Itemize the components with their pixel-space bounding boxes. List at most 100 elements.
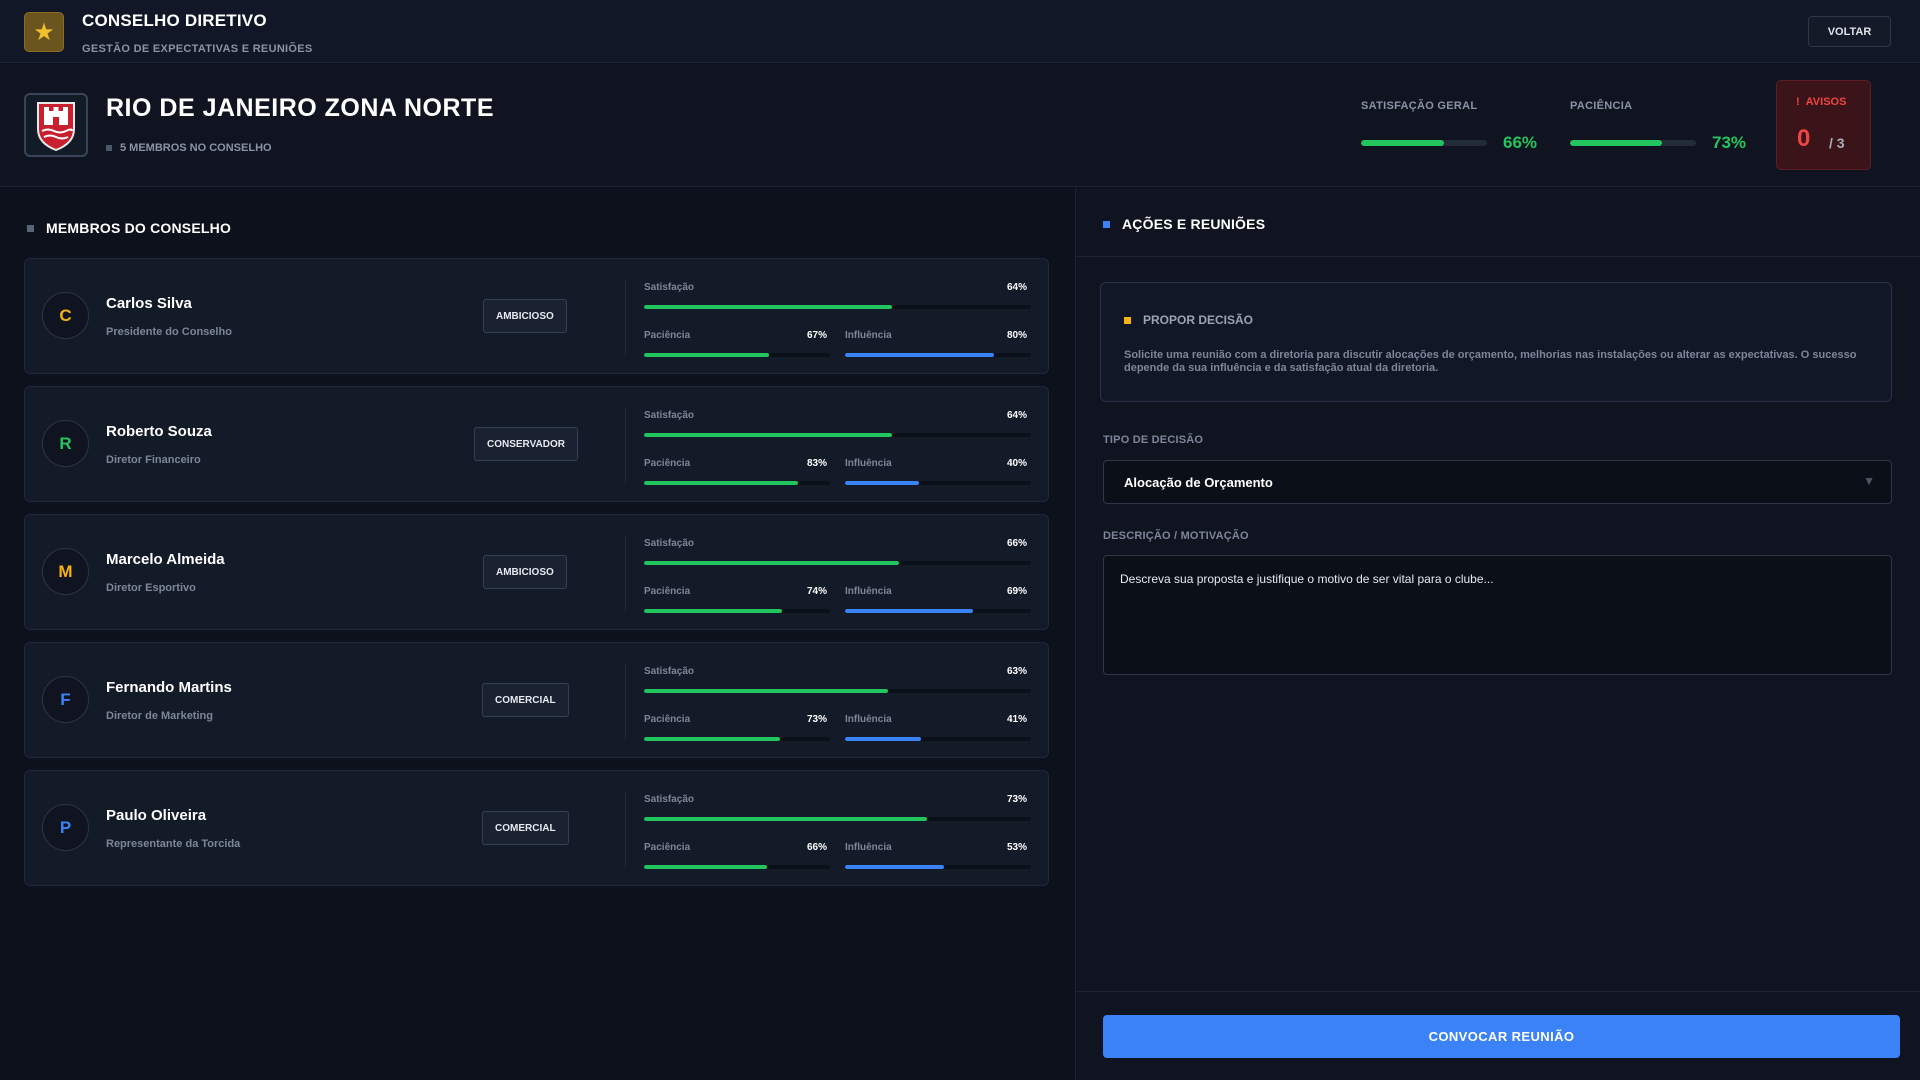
back-button[interactable]: VOLTAR xyxy=(1808,16,1891,47)
actions-section-title: AÇÕES E REUNIÕES xyxy=(1103,216,1265,232)
influence-fill xyxy=(845,353,994,357)
actions-header: AÇÕES E REUNIÕES xyxy=(1076,188,1920,257)
member-card[interactable]: C Carlos Silva Presidente do Conselho AMBIC… xyxy=(24,258,1049,374)
decision-type-select[interactable]: Alocação de Orçamento ▼ xyxy=(1103,460,1892,504)
alert-icon: ! xyxy=(1796,96,1800,108)
decision-type-value: Alocação de Orçamento xyxy=(1124,475,1273,490)
satisfaction-fill xyxy=(644,433,892,437)
star-icon: ★ xyxy=(24,12,64,52)
bullet-square-icon xyxy=(1103,220,1110,228)
member-name: Marcelo Almeida xyxy=(106,551,225,568)
app-title: CONSELHO DIRETIVO xyxy=(82,11,267,30)
trait-badge[interactable]: COMERCIAL xyxy=(482,683,569,717)
propose-decision-card: PROPOR DECISÃO Solicite uma reunião com … xyxy=(1100,282,1892,402)
patience-fill xyxy=(1570,140,1662,146)
influence-value: 69% xyxy=(1006,586,1027,597)
patience-label: Paciência xyxy=(644,586,691,597)
members-section-label: MEMBROS DO CONSELHO xyxy=(46,220,232,236)
patience-value: 73% xyxy=(1712,133,1747,152)
member-name: Roberto Souza xyxy=(106,423,212,440)
trait-badge[interactable]: COMERCIAL xyxy=(482,811,569,845)
patience-value: 73% xyxy=(806,714,827,725)
patience-value: 67% xyxy=(806,330,827,341)
bullet-square-icon xyxy=(1124,316,1131,324)
patience-value: 66% xyxy=(806,842,827,853)
patience-label: Paciência xyxy=(644,842,691,853)
warnings-max: / 3 xyxy=(1829,135,1845,151)
patience-value: 83% xyxy=(806,458,827,469)
patience-bar xyxy=(644,737,830,741)
divider xyxy=(625,791,626,867)
influence-bar xyxy=(845,865,1031,869)
member-role: Diretor de Marketing xyxy=(106,710,213,722)
satisfaction-bar xyxy=(644,689,1031,693)
satisfaction-label: Satisfação xyxy=(644,794,695,805)
avatar: F xyxy=(42,676,89,723)
member-card[interactable]: F Fernando Martins Diretor de Marketing COM… xyxy=(24,642,1049,758)
avatar: M xyxy=(42,548,89,595)
members-panel: MEMBROS DO CONSELHO C Carlos Silva Preside… xyxy=(0,188,1074,1080)
satisfaction-value: 64% xyxy=(1006,410,1027,421)
propose-description: Solicite uma reunião com a diretoria par… xyxy=(1124,349,1857,374)
satisfaction-value: 73% xyxy=(1006,794,1027,805)
app-subtitle: GESTÃO DE EXPECTATIVAS E REUNIÕES xyxy=(82,43,313,55)
bullet-square-icon xyxy=(106,145,112,151)
influence-value: 53% xyxy=(1006,842,1027,853)
satisfaction-fill xyxy=(644,817,927,821)
divider xyxy=(625,535,626,611)
avatar: P xyxy=(42,804,89,851)
overall-satisfaction-stat: SATISFAÇÃO GERAL 66% xyxy=(1361,100,1537,153)
influence-value: 80% xyxy=(1006,330,1027,341)
warnings-label: AVISOS xyxy=(1805,96,1847,108)
patience-fill xyxy=(644,481,799,485)
divider xyxy=(625,407,626,483)
member-card[interactable]: P Paulo Oliveira Representante da Torcida C… xyxy=(24,770,1049,886)
warnings-count: 0 xyxy=(1797,125,1811,152)
overall-satisfaction-value: 66% xyxy=(1503,133,1538,152)
club-name: RIO DE JANEIRO ZONA NORTE xyxy=(106,94,494,122)
member-name: Carlos Silva xyxy=(106,295,192,312)
influence-bar xyxy=(845,609,1031,613)
influence-label: Influência xyxy=(845,842,892,853)
influence-value: 41% xyxy=(1006,714,1027,725)
satisfaction-fill xyxy=(644,689,888,693)
influence-fill xyxy=(845,737,922,741)
propose-title: PROPOR DECISÃO xyxy=(1124,313,1253,327)
trait-badge[interactable]: AMBICIOSO xyxy=(483,299,567,333)
divider xyxy=(625,663,626,739)
patience-fill xyxy=(644,353,769,357)
overall-satisfaction-fill xyxy=(1361,140,1445,146)
description-label: DESCRIÇÃO / MOTIVAÇÃO xyxy=(1103,530,1249,542)
patience-label: Paciência xyxy=(644,458,691,469)
avatar: C xyxy=(42,292,89,339)
description-textarea[interactable] xyxy=(1103,555,1892,675)
member-name: Paulo Oliveira xyxy=(106,807,207,824)
warnings-panel: ! AVISOS 0 / 3 xyxy=(1776,80,1871,170)
member-role: Presidente do Conselho xyxy=(106,326,232,338)
patience-bar xyxy=(644,865,830,869)
member-card[interactable]: M Marcelo Almeida Diretor Esportivo AMBICIO… xyxy=(24,514,1049,630)
patience-bar xyxy=(1570,140,1696,146)
trait-badge[interactable]: AMBICIOSO xyxy=(483,555,567,589)
members-section-title: MEMBROS DO CONSELHO xyxy=(27,220,231,236)
chevron-down-icon: ▼ xyxy=(1863,474,1875,488)
influence-bar xyxy=(845,353,1031,357)
influence-fill xyxy=(845,609,974,613)
overall-satisfaction-label: SATISFAÇÃO GERAL xyxy=(1361,100,1478,112)
member-role: Diretor Financeiro xyxy=(106,454,201,466)
member-role: Diretor Esportivo xyxy=(106,582,196,594)
influence-fill xyxy=(845,865,944,869)
patience-stat: PACIÊNCIA 73% xyxy=(1570,100,1746,153)
bullet-square-icon xyxy=(27,224,34,232)
member-card[interactable]: R Roberto Souza Diretor Financeiro CONSERVA… xyxy=(24,386,1049,502)
castle-crest-icon xyxy=(24,93,88,157)
actions-section-label: AÇÕES E REUNIÕES xyxy=(1122,216,1266,232)
influence-fill xyxy=(845,481,920,485)
propose-title-label: PROPOR DECISÃO xyxy=(1143,313,1254,327)
patience-fill xyxy=(644,865,767,869)
trait-badge[interactable]: CONSERVADOR xyxy=(474,427,578,461)
convene-meeting-button[interactable]: CONVOCAR REUNIÃO xyxy=(1103,1015,1900,1058)
influence-bar xyxy=(845,481,1031,485)
patience-bar xyxy=(644,609,830,613)
influence-label: Influência xyxy=(845,714,892,725)
